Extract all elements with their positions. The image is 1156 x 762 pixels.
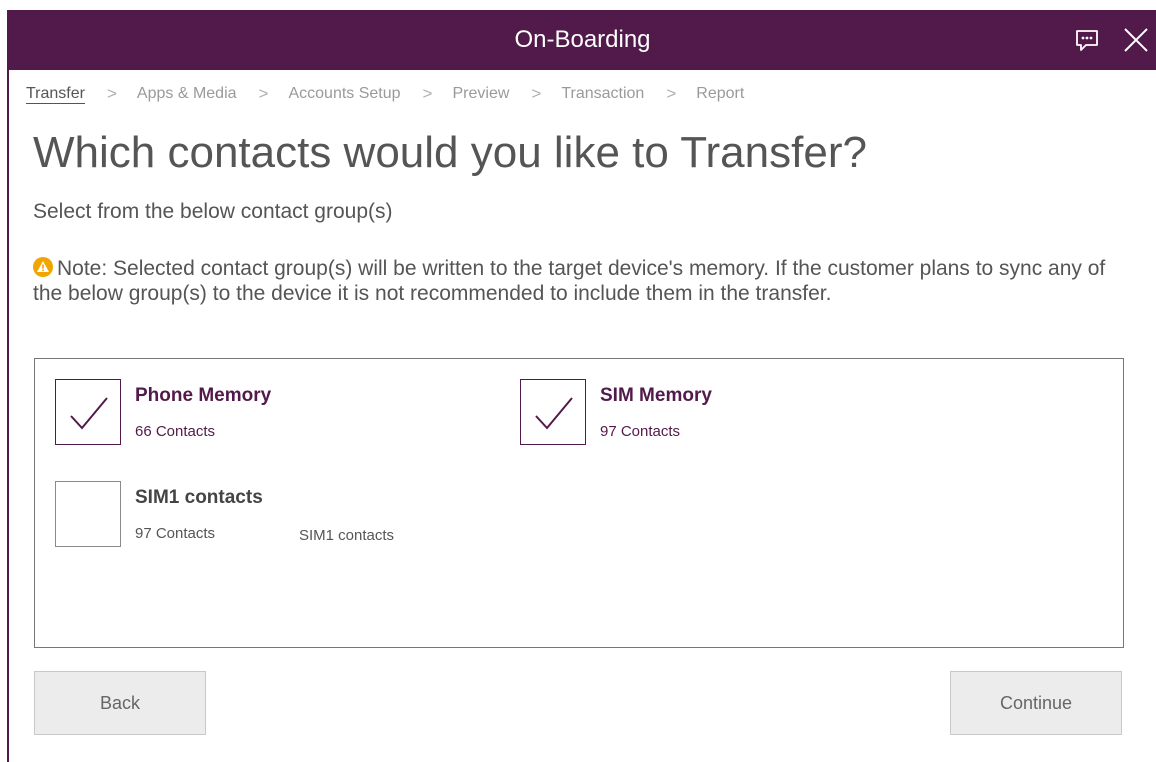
group-count: 97 Contacts <box>135 525 216 542</box>
checkmark-icon <box>70 397 108 430</box>
group-name: SIM1 contacts <box>135 487 263 508</box>
breadcrumb-separator: > <box>258 84 269 103</box>
note-text: Note: Selected contact group(s) will be … <box>33 257 1106 305</box>
contact-groups-panel: Phone Memory 66 Contacts SIM Memory 97 C… <box>34 358 1124 648</box>
phone-memory-checkbox[interactable] <box>55 379 121 445</box>
breadcrumb-transaction[interactable]: Transaction <box>561 85 644 103</box>
breadcrumb-separator: > <box>666 84 677 103</box>
group-count: 66 Contacts <box>135 423 216 440</box>
sim-memory-checkbox[interactable] <box>520 379 586 445</box>
breadcrumb-separator: > <box>422 84 433 103</box>
breadcrumb-transfer[interactable]: Transfer <box>26 85 85 103</box>
breadcrumb-separator: > <box>531 84 542 103</box>
group-name: Phone Memory <box>135 385 272 406</box>
checkmark-icon <box>535 397 573 430</box>
page-subtitle: Select from the below contact group(s) <box>33 200 393 223</box>
group-name: SIM Memory <box>600 385 712 406</box>
breadcrumb-report[interactable]: Report <box>696 85 744 103</box>
group-sim1-contacts[interactable]: SIM1 contacts 97 Contacts SIM1 contacts <box>55 481 475 551</box>
close-icon[interactable] <box>1122 26 1150 54</box>
title-bar: On-Boarding <box>9 10 1156 70</box>
breadcrumb-preview[interactable]: Preview <box>452 85 509 103</box>
group-phone-memory[interactable]: Phone Memory 66 Contacts <box>55 379 475 449</box>
continue-button[interactable]: Continue <box>950 671 1122 735</box>
warning-note: Note: Selected contact group(s) will be … <box>33 256 1123 306</box>
breadcrumb: Transfer > Apps & Media > Accounts Setup… <box>26 82 744 106</box>
feedback-icon[interactable] <box>1074 27 1100 53</box>
group-account-label: SIM1 contacts <box>299 527 395 544</box>
breadcrumb-apps-media[interactable]: Apps & Media <box>137 85 237 103</box>
back-button[interactable]: Back <box>34 671 206 735</box>
page-title: Which contacts would you like to Transfe… <box>33 128 867 177</box>
group-sim-memory[interactable]: SIM Memory 97 Contacts <box>520 379 940 449</box>
breadcrumb-separator: > <box>106 84 117 103</box>
window-title: On-Boarding <box>514 26 651 53</box>
sim1-contacts-checkbox[interactable] <box>55 481 121 547</box>
warning-icon <box>33 257 53 277</box>
group-count: 97 Contacts <box>600 423 681 440</box>
breadcrumb-accounts-setup[interactable]: Accounts Setup <box>288 85 400 103</box>
